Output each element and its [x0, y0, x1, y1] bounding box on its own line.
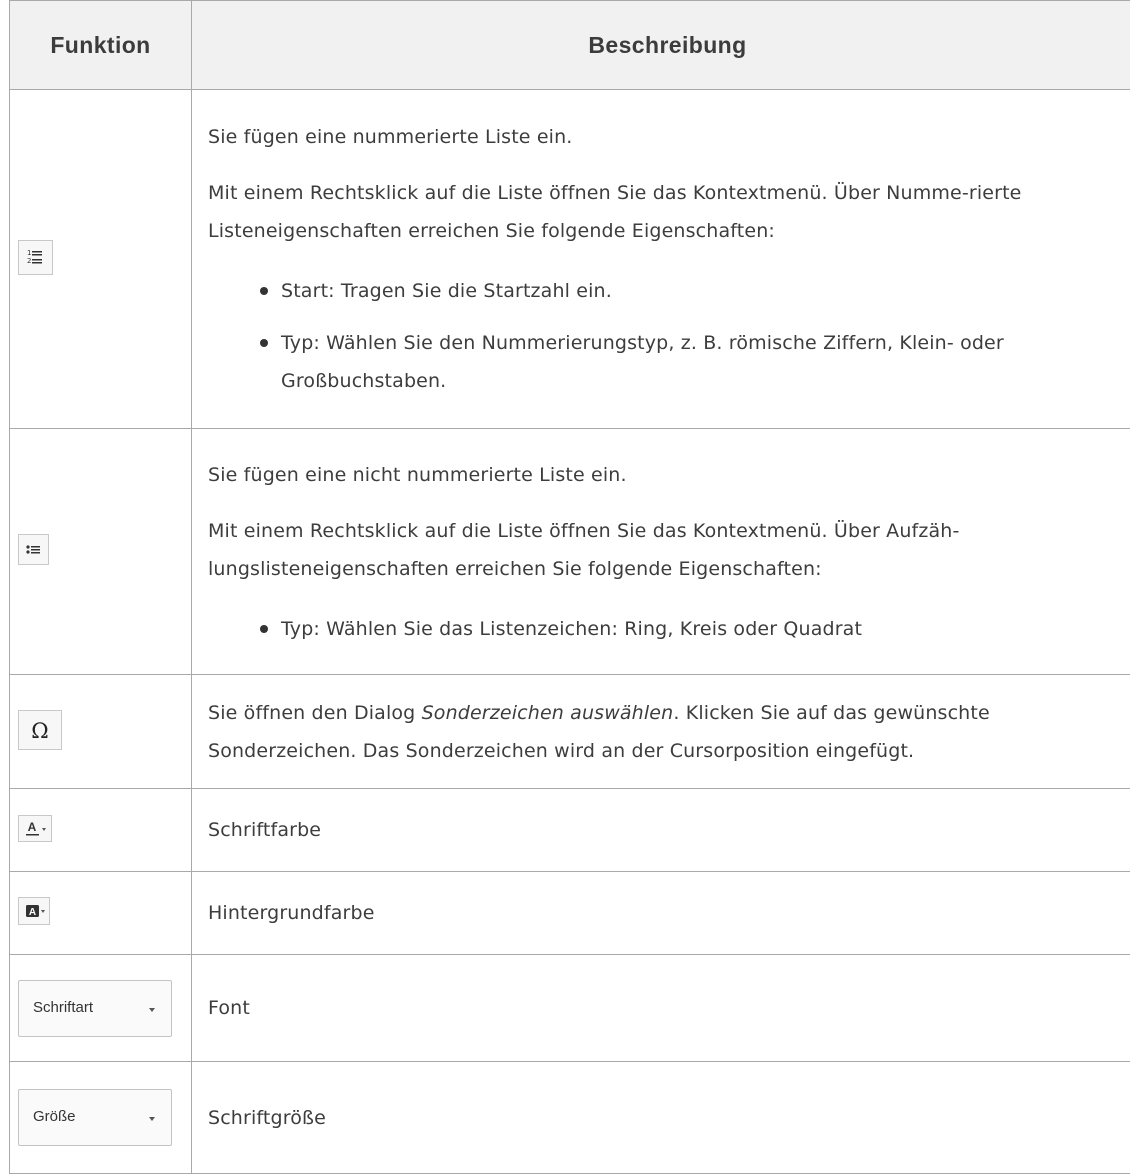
svg-text:A: A — [29, 907, 36, 918]
description-paragraph: Mit einem Rechtsklick auf die Liste öffn… — [208, 174, 1129, 250]
font-color-icon[interactable]: A — [18, 815, 52, 842]
description-paragraph: Sie fügen eine nummerierte Liste ein. — [208, 118, 1129, 156]
chevron-down-icon — [149, 1117, 155, 1121]
description-cell: Schriftgröße — [192, 1062, 1130, 1174]
dropdown-label: Schriftart — [33, 999, 93, 1016]
function-cell: A — [10, 872, 192, 955]
list-item: Start: Tragen Sie die Startzahl ein. — [281, 272, 1129, 310]
description-paragraph: Hintergrundfarbe — [208, 894, 1129, 932]
header-description: Beschreibung — [192, 1, 1130, 90]
svg-text:1: 1 — [27, 249, 31, 257]
description-text: Sie öffnen den Dialog — [208, 702, 422, 724]
table-row: Größe Schriftgröße — [10, 1062, 1130, 1174]
function-cell: Ω — [10, 675, 192, 789]
chevron-down-icon — [149, 1008, 155, 1012]
function-cell: Größe — [10, 1062, 192, 1174]
table-row: A Schriftfarbe — [10, 789, 1130, 872]
table-row: 1 2 Sie fügen eine nummerierte Liste ein… — [10, 90, 1130, 429]
description-cell: Sie öffnen den Dialog Sonderzeichen ausw… — [192, 675, 1130, 789]
table-row: A Hintergrundfarbe — [10, 872, 1130, 955]
numbered-list-icon[interactable]: 1 2 — [18, 240, 53, 275]
table-header-row: Funktion Beschreibung — [10, 1, 1130, 90]
header-function: Funktion — [10, 1, 192, 90]
font-size-dropdown[interactable]: Größe — [18, 1089, 172, 1146]
description-cell: Font — [192, 955, 1130, 1062]
description-cell: Hintergrundfarbe — [192, 872, 1130, 955]
font-family-dropdown[interactable]: Schriftart — [18, 980, 172, 1037]
bulleted-list-icon[interactable] — [18, 534, 49, 565]
table-row: Sie fügen eine nicht nummerierte Liste e… — [10, 429, 1130, 675]
dropdown-label: Größe — [33, 1108, 76, 1125]
description-paragraph: Sie fügen eine nicht nummerierte Liste e… — [208, 456, 1129, 494]
list-item: Typ: Wählen Sie das Listenzeichen: Ring,… — [281, 610, 1129, 648]
function-table: Funktion Beschreibung 1 2 Si — [9, 0, 1130, 1174]
table-row: Ω Sie öffnen den Dialog Sonderzeichen au… — [10, 675, 1130, 789]
description-cell: Schriftfarbe — [192, 789, 1130, 872]
description-paragraph: Schriftgröße — [208, 1099, 1129, 1137]
bullet-list: Start: Tragen Sie die Startzahl ein. Typ… — [208, 272, 1129, 400]
omega-icon[interactable]: Ω — [18, 710, 62, 750]
description-paragraph: Schriftfarbe — [208, 811, 1129, 849]
description-cell: Sie fügen eine nummerierte Liste ein. Mi… — [192, 90, 1130, 429]
function-cell: 1 2 — [10, 90, 192, 429]
description-paragraph: Font — [208, 989, 1129, 1027]
table-row: Schriftart Font — [10, 955, 1130, 1062]
svg-text:Ω: Ω — [31, 719, 48, 743]
function-cell — [10, 429, 192, 675]
list-item: Typ: Wählen Sie den Nummerierungstyp, z.… — [281, 324, 1129, 400]
description-paragraph: Sie öffnen den Dialog Sonderzeichen ausw… — [208, 694, 1129, 770]
background-color-icon[interactable]: A — [18, 897, 50, 925]
description-cell: Sie fügen eine nicht nummerierte Liste e… — [192, 429, 1130, 675]
function-cell: Schriftart — [10, 955, 192, 1062]
bullet-list: Typ: Wählen Sie das Listenzeichen: Ring,… — [208, 610, 1129, 648]
svg-text:2: 2 — [27, 257, 31, 265]
description-paragraph: Mit einem Rechtsklick auf die Liste öffn… — [208, 512, 1129, 588]
svg-text:A: A — [28, 820, 37, 834]
dialog-name: Sonderzeichen auswählen — [422, 702, 674, 724]
function-cell: A — [10, 789, 192, 872]
